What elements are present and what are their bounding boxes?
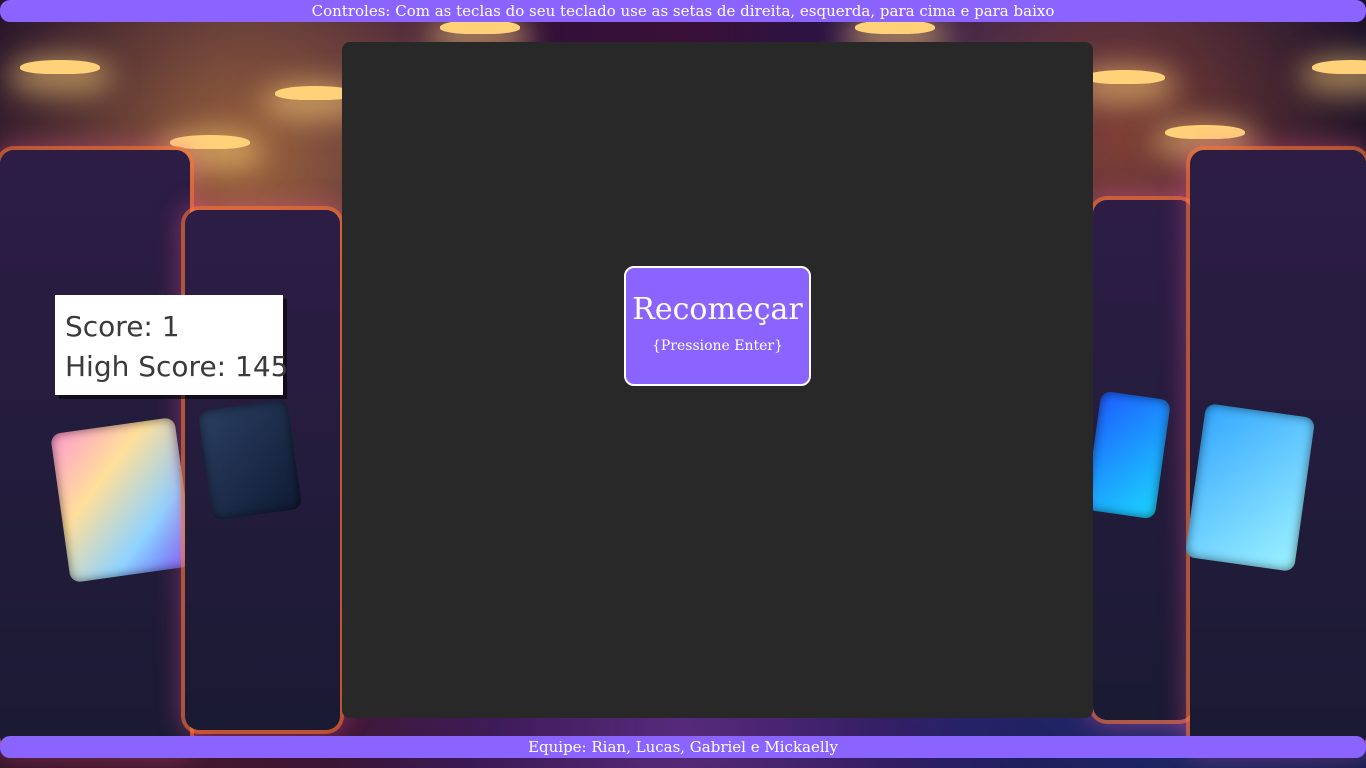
restart-hint: {Pressione Enter} — [651, 338, 784, 354]
ceiling-light — [855, 20, 935, 34]
arcade-screen — [197, 399, 303, 521]
arcade-screen — [50, 417, 195, 583]
ceiling-light — [440, 20, 520, 34]
score-panel: Score: 1 High Score: 145 — [55, 295, 289, 395]
score-text: Score: 1 — [65, 310, 180, 343]
restart-button[interactable]: Recomeçar {Pressione Enter} — [624, 266, 811, 386]
ceiling-light — [170, 135, 250, 149]
ceiling-light — [1085, 70, 1165, 84]
high-score-text: High Score: 145 — [65, 350, 289, 383]
ceiling-light — [1312, 60, 1366, 74]
ceiling-light — [20, 60, 100, 74]
controls-bar: Controles: Com as teclas do seu teclado … — [0, 0, 1366, 22]
game-board: Recomeçar {Pressione Enter} — [342, 42, 1093, 718]
team-bar: Equipe: Rian, Lucas, Gabriel e Mickaelly — [0, 736, 1366, 758]
arcade-screen — [1184, 403, 1316, 572]
ceiling-light — [1165, 125, 1245, 139]
restart-button-label: Recomeçar — [632, 292, 803, 327]
